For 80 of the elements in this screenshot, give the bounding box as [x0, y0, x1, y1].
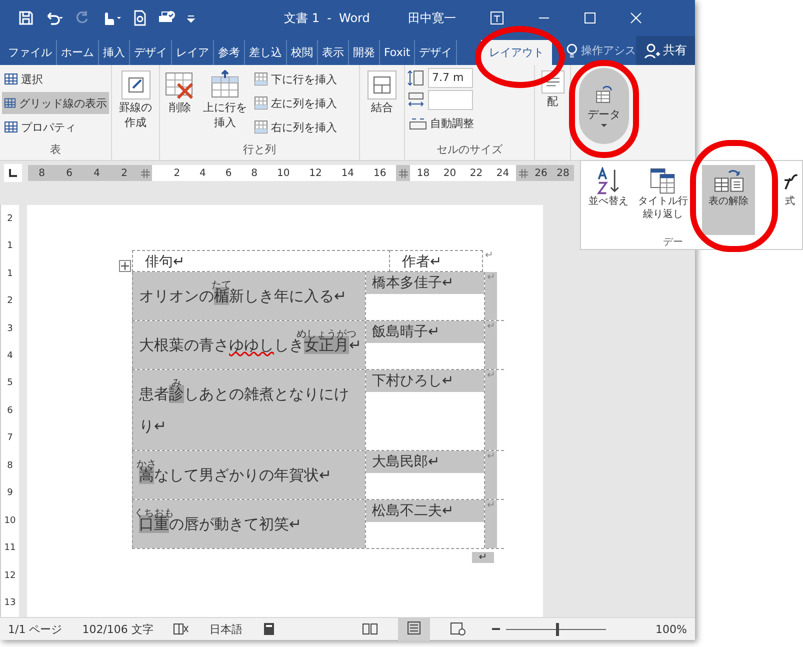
vertical-ruler[interactable]: 2 1 1 2 3 4 5 6 7 8 9 10 11 12 13 — [0, 205, 19, 617]
page-count[interactable]: 1/1 ページ — [8, 622, 62, 636]
ribbon-button[interactable]: プロパティ — [2, 116, 109, 138]
ribbon-button[interactable]: 選択 — [2, 68, 109, 90]
insert-button[interactable]: 右に列を挿入 — [252, 116, 339, 138]
window-title: 文書 1 - Word — [284, 10, 370, 26]
tell-me-field[interactable]: 操作アシス — [581, 43, 636, 58]
table-cell: 大根葉の青さ ゆゆし しき女正月 めしょうがつ ↵ — [132, 321, 365, 369]
user-name[interactable]: 田中寛一 — [408, 10, 456, 26]
menu-button[interactable]: タイトル行 繰り返し — [635, 165, 692, 235]
ruler-number: 12 — [309, 168, 322, 178]
ruler-number: 2 — [7, 296, 13, 306]
table-cell: 松島不二夫↵ — [366, 500, 484, 522]
insert-above-button[interactable]: 上に行を 挿入 — [201, 68, 249, 142]
ribbon-tab[interactable]: レイアウト — [481, 40, 552, 65]
ruler-number: 1 — [7, 268, 13, 279]
ruler-number: 1 — [7, 241, 13, 252]
autofit-button[interactable]: 自動調整 — [407, 112, 532, 134]
menu-button[interactable]: 表の解除 — [702, 165, 755, 235]
ruler-number: 2 — [121, 168, 128, 178]
ruler-number: 26 — [534, 168, 548, 178]
ruler-number: 24 — [496, 168, 510, 178]
ruler-number: 6 — [7, 406, 13, 416]
ruler-number: 13 — [4, 598, 16, 608]
ruler-number: 5 — [7, 378, 13, 388]
table-cell: 大島民郎↵ — [366, 451, 484, 473]
ruler-number: 7 — [7, 433, 13, 444]
row-end-mark: ↵ — [485, 272, 497, 320]
menu-button[interactable]: 式 — [778, 165, 802, 235]
table-cell: 飯島晴子↵ — [366, 321, 484, 343]
merge-button[interactable]: 結合 — [362, 68, 402, 117]
zoom-level[interactable]: 100% — [656, 622, 687, 636]
ruler-number: 2 — [7, 214, 13, 224]
row-end-mark: ↵ — [485, 321, 497, 369]
insert-button[interactable]: 下に行を挿入 — [252, 68, 339, 90]
ruler-number: 11 — [4, 543, 16, 554]
ribbon-button[interactable]: グリッド線の表示 — [2, 92, 109, 114]
delete-button[interactable]: 削除 — [162, 68, 198, 142]
ruler-number: 4 — [94, 168, 100, 178]
row-end-mark: ↵ — [485, 451, 497, 499]
row-end-mark: ↵ — [484, 250, 494, 263]
insert-button[interactable]: 左に列を挿入 — [252, 92, 339, 114]
ruler-number: 3 — [7, 324, 13, 334]
ruler-number: 10 — [4, 516, 16, 526]
ruler-number: 20 — [443, 168, 456, 178]
group-label: 行と列 — [242, 142, 277, 158]
ruler-number: 14 — [341, 168, 354, 178]
alignment-button[interactable]: 配 — [537, 68, 568, 111]
paragraph-mark: ↵ — [472, 552, 494, 563]
table-cell: 橋本多佳子↵ — [366, 272, 484, 294]
horizontal-ruler[interactable]: 8 6 4 2 2 4 6 8 10 12 14 16 18 20 22 24 26 28 — [28, 165, 574, 181]
row-end-mark: ↵ — [485, 500, 497, 548]
ruler-number: 8 — [251, 168, 258, 178]
word-count[interactable]: 102/106 文字 — [82, 622, 154, 636]
ruler-number: 10 — [276, 168, 290, 178]
data-button[interactable]: データ — [579, 68, 629, 144]
draw-table-button[interactable]: 罫線の 作成 — [114, 68, 157, 132]
table-cell: 下村ひろし↵ — [366, 370, 484, 392]
group-label: 表 — [49, 142, 62, 158]
ruler-number: 4 — [7, 350, 13, 361]
ruler-number: 2 — [174, 168, 180, 178]
share-button[interactable]: 共有 — [636, 36, 695, 65]
ruler-number: 4 — [200, 168, 206, 178]
ruler-number: 6 — [225, 168, 232, 178]
row-end-mark: ↵ — [485, 370, 497, 450]
group-label: セルのサイズ — [436, 142, 504, 158]
language-indicator[interactable]: 日本語 — [209, 622, 242, 636]
ruler-number: 6 — [66, 168, 72, 178]
ruler-number: 18 — [416, 168, 430, 178]
ruler-number: 8 — [38, 168, 45, 178]
ruler-number: 28 — [556, 168, 570, 178]
menu-button[interactable]: 並べ替え — [585, 165, 632, 235]
table-cell: 口重 くちおも の唇が動きて初笑↵ — [132, 500, 365, 548]
ruler-number: 8 — [7, 460, 13, 471]
group-label: デー — [662, 236, 684, 249]
ruler-number: 12 — [4, 570, 16, 581]
ruler-number: 16 — [373, 168, 386, 178]
ruler-number: 22 — [470, 168, 483, 178]
height-field[interactable]: 7.7 m — [428, 68, 473, 88]
ruler-number: 9 — [7, 488, 13, 498]
